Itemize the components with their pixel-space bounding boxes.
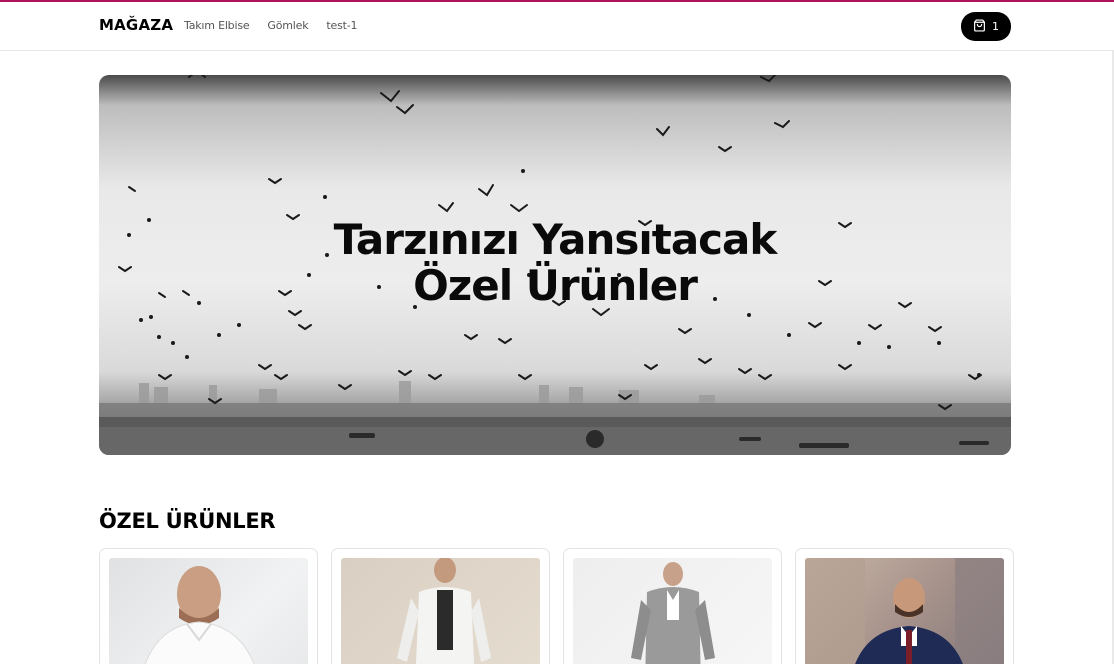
product-image: [341, 558, 540, 664]
store-logo[interactable]: MAĞAZA: [99, 16, 173, 34]
nav-link-gomlek[interactable]: Gömlek: [267, 19, 308, 32]
site-header: MAĞAZA Takım Elbise Gömlek test-1 1: [0, 2, 1114, 51]
product-image: [573, 558, 772, 664]
product-image: [109, 558, 308, 664]
hero-banner: Tarzınızı Yansıtacak Özel Ürünler: [99, 75, 1011, 455]
product-card[interactable]: [563, 548, 782, 664]
shopping-bag-icon: [973, 17, 986, 36]
product-card[interactable]: [795, 548, 1014, 664]
product-card[interactable]: [99, 548, 318, 664]
product-card[interactable]: [331, 548, 550, 664]
cart-count-badge: 1: [992, 20, 999, 33]
featured-section-title: ÖZEL ÜRÜNLER: [99, 509, 276, 533]
product-image: [805, 558, 1004, 664]
nav-link-test-1[interactable]: test-1: [326, 19, 357, 32]
main-nav: Takım Elbise Gömlek test-1: [184, 19, 357, 32]
cart-button[interactable]: 1: [961, 12, 1011, 41]
nav-link-takim-elbise[interactable]: Takım Elbise: [184, 19, 250, 32]
hero-title-line-1: Tarzınızı Yansıtacak: [333, 215, 778, 264]
product-grid: [99, 548, 1014, 664]
hero-title-line-2: Özel Ürünler: [413, 261, 698, 310]
hero-title: Tarzınızı Yansıtacak Özel Ürünler: [99, 217, 1011, 309]
